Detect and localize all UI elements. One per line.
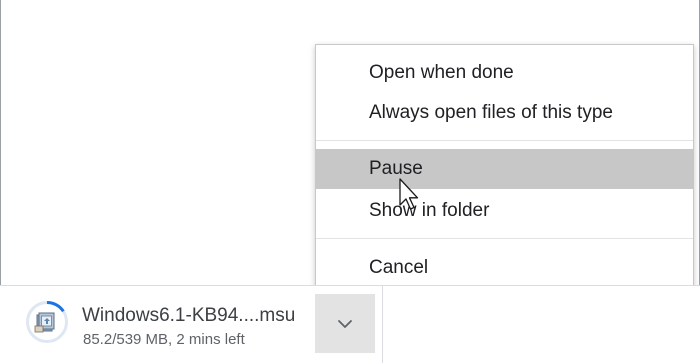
- download-progress-ring: [25, 300, 69, 344]
- menu-item-label: Pause: [369, 158, 423, 179]
- menu-item-cancel[interactable]: Cancel: [316, 248, 693, 288]
- download-shelf: Windows6.1-KB94....msu 85.2/539 MB, 2 mi…: [0, 285, 700, 363]
- download-status-text: 85.2/539 MB, 2 mins left: [83, 331, 245, 348]
- download-item-divider: [382, 286, 383, 363]
- menu-separator: [316, 140, 693, 141]
- download-file-name: Windows6.1-KB94....msu: [82, 305, 296, 326]
- download-item[interactable]: Windows6.1-KB94....msu 85.2/539 MB, 2 mi…: [0, 286, 382, 363]
- menu-item-open-when-done[interactable]: Open when done: [316, 53, 693, 93]
- menu-item-label: Open when done: [369, 62, 514, 83]
- menu-item-label: Show in folder: [369, 200, 490, 221]
- installer-package-icon: [34, 312, 55, 333]
- mouse-cursor-icon: [399, 178, 419, 210]
- menu-item-show-in-folder[interactable]: Show in folder: [316, 191, 693, 231]
- menu-item-label: Always open files of this type: [369, 102, 613, 123]
- download-context-menu: Open when done Always open files of this…: [315, 44, 694, 291]
- menu-item-pause[interactable]: Pause: [316, 149, 693, 189]
- menu-item-always-open[interactable]: Always open files of this type: [316, 93, 693, 133]
- chevron-down-icon: [338, 319, 352, 328]
- download-menu-button[interactable]: [315, 294, 375, 353]
- menu-separator: [316, 238, 693, 239]
- window-border-left: [0, 0, 1, 285]
- menu-item-label: Cancel: [369, 257, 429, 278]
